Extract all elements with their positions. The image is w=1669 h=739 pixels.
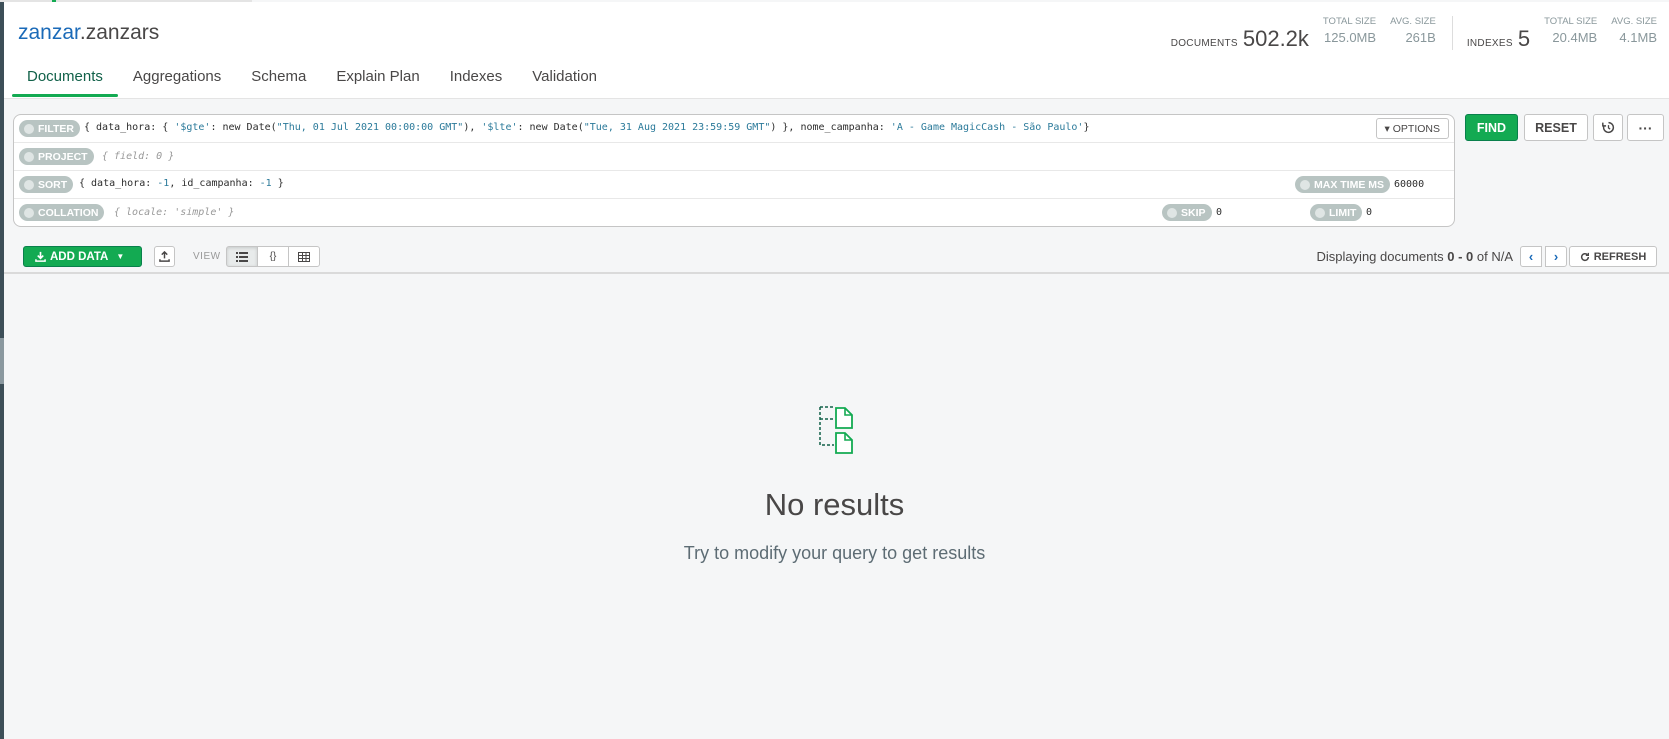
limit-pill: LIMIT: [1310, 204, 1363, 221]
sort-row: SORT { data_hora: -1, id_campanha: -1 } …: [14, 171, 1454, 199]
project-label: PROJECT: [38, 150, 88, 163]
next-page-button[interactable]: ›: [1545, 246, 1567, 267]
info-icon: [1315, 207, 1325, 218]
tab-aggregations[interactable]: Aggregations: [118, 58, 236, 97]
sidebar-collapse-handle[interactable]: [0, 338, 4, 384]
chevron-right-icon: ›: [1553, 249, 1559, 264]
collection-header: zanzar.zanzars DOCUMENTS 502.2k TOTAL SI…: [4, 2, 1669, 99]
project-input[interactable]: { field: 0 }: [102, 151, 174, 162]
refresh-icon: [1580, 252, 1589, 261]
collation-input[interactable]: { locale: 'simple' }: [114, 207, 234, 218]
tab-indexes[interactable]: Indexes: [435, 58, 518, 97]
export-button[interactable]: [154, 246, 175, 267]
indexes-stat: INDEXES 5: [1467, 26, 1530, 52]
skip-label: SKIP: [1181, 206, 1206, 219]
no-documents-icon: [819, 406, 853, 454]
add-data-label: ADD DATA: [50, 250, 109, 263]
previous-page-button[interactable]: ‹: [1520, 246, 1542, 267]
curly-braces-icon: {}: [269, 251, 277, 262]
avg-size-label: AVG. SIZE: [1390, 16, 1436, 27]
list-view-button[interactable]: [226, 246, 258, 267]
tab-explain-plan[interactable]: Explain Plan: [321, 58, 434, 97]
view-label: VIEW: [193, 251, 221, 262]
info-icon: [24, 123, 34, 134]
total-size-value: 125.0MB: [1324, 30, 1377, 45]
collation-pill: COLLATION: [19, 204, 105, 221]
reset-button[interactable]: RESET: [1524, 114, 1588, 141]
query-bar: FILTER { data_hora: { '$gte': new Date("…: [13, 114, 1455, 227]
index-total-size-value: 20.4MB: [1552, 30, 1598, 45]
caret-down-icon: ▼: [116, 252, 125, 261]
add-data-button[interactable]: ADD DATA ▼: [23, 246, 142, 267]
query-history-button[interactable]: [1593, 114, 1623, 141]
skip-pill: SKIP: [1162, 204, 1212, 221]
index-total-size-label: TOTAL SIZE: [1544, 16, 1598, 27]
max-time-label: MAX TIME MS: [1314, 178, 1384, 191]
history-icon: [1601, 121, 1614, 134]
collection-tabs: Documents Aggregations Schema Explain Pl…: [12, 58, 612, 97]
refresh-label: REFRESH: [1593, 250, 1647, 263]
no-results-hint: Try to modify your query to get results: [683, 543, 986, 563]
upload-icon: [159, 251, 170, 262]
collation-row: COLLATION { locale: 'simple' } SKIP 0 LI…: [14, 199, 1454, 227]
filter-input[interactable]: { data_hora: { '$gte': new Date("Thu, 01…: [84, 122, 1089, 133]
index-total-size-stat: TOTAL SIZE 20.4MB: [1544, 16, 1597, 45]
documents-toolbar: ADD DATA ▼ VIEW {} Displaying documents …: [4, 240, 1669, 274]
database-name[interactable]: zanzar: [18, 21, 80, 44]
skip-input[interactable]: 0: [1216, 207, 1222, 218]
info-icon: [24, 179, 34, 190]
namespace-title: zanzar.zanzars: [18, 21, 159, 45]
documents-label: DOCUMENTS: [1170, 38, 1238, 49]
tab-schema[interactable]: Schema: [236, 58, 321, 97]
options-button[interactable]: ▾ OPTIONS: [1375, 118, 1449, 139]
index-avg-size-label: AVG. SIZE: [1611, 16, 1657, 27]
total-size-label: TOTAL SIZE: [1322, 16, 1377, 27]
table-view-button[interactable]: [288, 246, 320, 267]
sort-pill: SORT: [19, 176, 74, 193]
limit-label: LIMIT: [1329, 206, 1357, 219]
index-avg-size-stat: AVG. SIZE 4.1MB: [1611, 16, 1657, 45]
tab-validation[interactable]: Validation: [517, 58, 612, 97]
info-icon: [24, 151, 34, 162]
info-icon: [1167, 207, 1177, 218]
max-time-input[interactable]: 60000: [1394, 179, 1424, 190]
list-icon: [236, 251, 248, 262]
limit-input[interactable]: 0: [1366, 207, 1372, 218]
filter-pill: FILTER: [19, 120, 80, 137]
collation-label: COLLATION: [38, 206, 99, 219]
project-pill: PROJECT: [19, 148, 94, 165]
collection-stats: DOCUMENTS 502.2k TOTAL SIZE 125.0MB AVG.…: [1157, 16, 1657, 52]
sort-label: SORT: [38, 178, 68, 191]
tab-documents[interactable]: Documents: [12, 58, 118, 97]
pagination-status: Displaying documents 0 - 0 of N/A: [1316, 249, 1513, 264]
more-options-button[interactable]: ···: [1627, 114, 1664, 141]
no-results-title: No results: [764, 487, 905, 522]
project-row: PROJECT { field: 0 }: [14, 143, 1454, 171]
table-icon: [298, 251, 310, 262]
chevron-left-icon: ‹: [1528, 249, 1534, 264]
download-icon: [35, 251, 46, 262]
json-view-button[interactable]: {}: [257, 246, 289, 267]
sort-input[interactable]: { data_hora: -1, id_campanha: -1 }: [79, 178, 284, 189]
stats-divider: [1451, 16, 1453, 50]
index-avg-size-value: 4.1MB: [1619, 30, 1657, 45]
collection-name: zanzars: [85, 21, 160, 44]
left-edge-strip: [0, 0, 4, 739]
filter-row: FILTER { data_hora: { '$gte': new Date("…: [14, 115, 1454, 143]
max-time-pill: MAX TIME MS: [1295, 176, 1390, 193]
info-icon: [24, 207, 34, 218]
info-icon: [1300, 179, 1310, 190]
documents-count: 502.2k: [1242, 26, 1309, 51]
avg-size-value: 261B: [1405, 30, 1436, 45]
indexes-label: INDEXES: [1466, 38, 1513, 49]
documents-stat: DOCUMENTS 502.2k: [1171, 26, 1309, 52]
total-size-stat: TOTAL SIZE 125.0MB: [1323, 16, 1376, 45]
view-toggle-group: {}: [226, 246, 320, 267]
find-button[interactable]: FIND: [1465, 114, 1518, 141]
refresh-button[interactable]: REFRESH: [1569, 246, 1657, 267]
avg-size-stat: AVG. SIZE 261B: [1390, 16, 1436, 45]
indexes-count: 5: [1517, 26, 1531, 51]
filter-label: FILTER: [38, 122, 74, 135]
